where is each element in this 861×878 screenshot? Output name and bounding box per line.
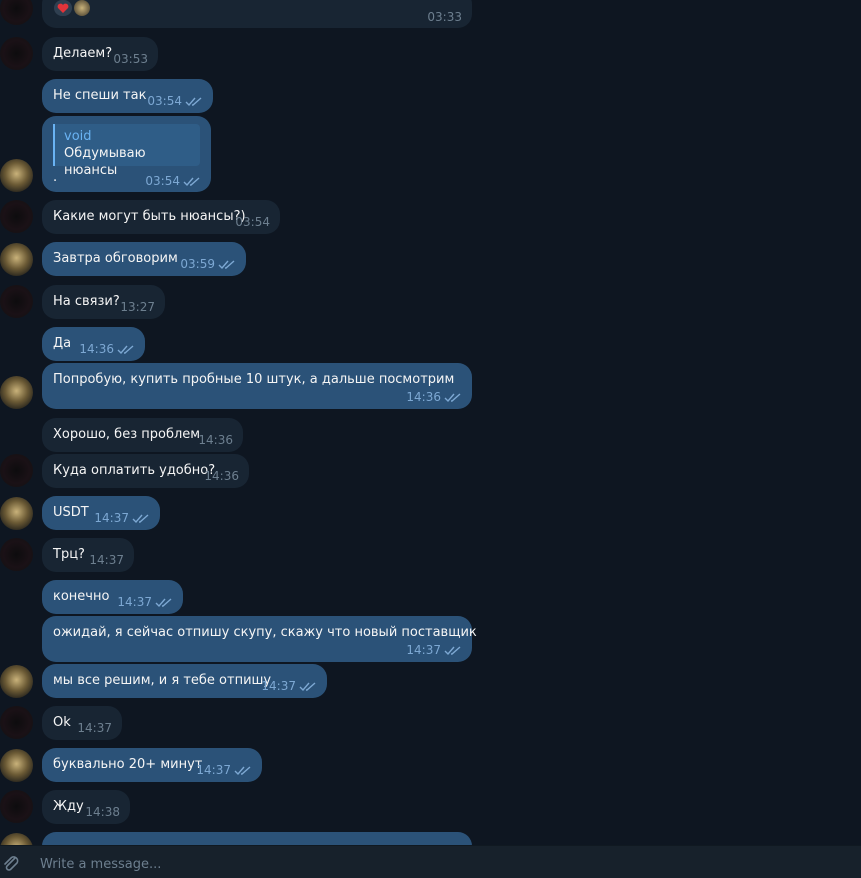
message-incoming[interactable]: Куда оплатить удобно? 14:36	[42, 454, 249, 488]
reply-author: void	[64, 129, 92, 144]
message-incoming[interactable]: Какие могут быть нюансы?) 03:54	[42, 200, 280, 234]
message-outgoing[interactable]: void Обдумываю нюансы . 03:54	[42, 116, 211, 192]
double-check-icon	[132, 513, 149, 523]
avatar[interactable]	[0, 0, 33, 25]
avatar[interactable]	[0, 243, 33, 276]
avatar[interactable]	[0, 285, 33, 318]
message-outgoing[interactable]	[42, 832, 472, 846]
chat-history[interactable]: 03:33 Делаем? 03:53 Не спеши так 03:54 v…	[0, 0, 861, 846]
message-text: Какие могут быть нюансы?)	[53, 209, 246, 224]
message-text: Хорошо, без проблем	[53, 427, 201, 442]
paperclip-icon[interactable]	[0, 852, 22, 874]
message-incoming[interactable]: 03:33	[42, 0, 472, 28]
message-text: Куда оплатить удобно?	[53, 463, 216, 478]
message-text: Завтра обговорим	[53, 251, 178, 266]
avatar[interactable]	[0, 497, 33, 530]
avatar[interactable]	[0, 376, 33, 409]
message-time: 14:38	[85, 805, 120, 819]
message-time: 14:37	[77, 721, 112, 735]
message-time: 14:37	[406, 643, 441, 657]
message-text: На связи?	[53, 294, 120, 309]
message-incoming[interactable]: Трц? 14:37	[42, 538, 134, 572]
message-time: 14:37	[89, 553, 124, 567]
double-check-icon	[185, 96, 202, 106]
message-text: USDT	[53, 505, 89, 520]
avatar[interactable]	[0, 790, 33, 823]
message-time: 03:54	[145, 174, 180, 188]
avatar[interactable]	[0, 749, 33, 782]
double-check-icon	[155, 597, 172, 607]
reactions[interactable]	[54, 0, 90, 16]
message-time: 14:36	[198, 433, 233, 447]
message-outgoing[interactable]: ожидай, я сейчас отпишу скупу, скажу что…	[42, 616, 477, 662]
message-text: мы все решим, и я тебе отпишу	[53, 673, 272, 688]
avatar[interactable]	[0, 159, 33, 192]
message-time: 03:53	[113, 52, 148, 66]
message-text: конечно	[53, 589, 110, 604]
double-check-icon	[299, 681, 316, 691]
double-check-icon	[218, 259, 235, 269]
message-time: 14:36	[204, 469, 239, 483]
message-text: Трц?	[53, 547, 85, 562]
message-text: Ok	[53, 715, 71, 730]
message-time: 03:59	[180, 257, 215, 271]
message-input[interactable]	[38, 853, 832, 875]
message-time: 03:54	[235, 215, 270, 229]
message-text: .	[53, 170, 58, 185]
double-check-icon	[444, 645, 461, 655]
message-outgoing[interactable]: буквально 20+ минут 14:37	[42, 748, 262, 782]
message-time: 14:37	[261, 679, 296, 693]
message-time: 14:36	[79, 342, 114, 356]
double-check-icon	[117, 344, 134, 354]
avatar[interactable]	[0, 37, 33, 70]
message-text: ожидай, я сейчас отпишу скупу, скажу что…	[53, 625, 477, 640]
message-outgoing[interactable]: мы все решим, и я тебе отпишу 14:37	[42, 664, 327, 698]
heart-icon[interactable]	[54, 0, 72, 16]
message-outgoing[interactable]: Попробую, купить пробные 10 штук, а даль…	[42, 363, 472, 409]
message-time: 13:27	[120, 300, 155, 314]
avatar[interactable]	[0, 665, 33, 698]
message-text: Не спеши так	[53, 88, 147, 103]
message-incoming[interactable]: Делаем? 03:53	[42, 37, 158, 71]
message-outgoing[interactable]: конечно 14:37	[42, 580, 183, 614]
avatar[interactable]	[0, 454, 33, 487]
reply-quote[interactable]: void Обдумываю нюансы	[53, 124, 200, 178]
message-time: 03:33	[427, 10, 462, 24]
message-time: 14:37	[196, 763, 231, 777]
message-incoming[interactable]: Хорошо, без проблем 14:36	[42, 418, 243, 452]
message-incoming[interactable]: Ok 14:37	[42, 706, 122, 740]
message-incoming[interactable]: Жду 14:38	[42, 790, 130, 824]
message-outgoing[interactable]: Да 14:36	[42, 327, 145, 361]
message-text: Да	[53, 336, 72, 351]
message-incoming[interactable]: На связи? 13:27	[42, 285, 165, 319]
avatar[interactable]	[0, 200, 33, 233]
message-outgoing[interactable]: USDT 14:37	[42, 496, 160, 530]
message-outgoing[interactable]: Не спеши так 03:54	[42, 79, 213, 113]
message-text: Попробую, купить пробные 10 штук, а даль…	[53, 372, 455, 387]
avatar[interactable]	[0, 706, 33, 739]
message-time: 14:36	[406, 390, 441, 404]
message-time: 14:37	[94, 511, 129, 525]
double-check-icon	[234, 765, 251, 775]
message-text: буквально 20+ минут	[53, 757, 203, 772]
reaction-avatar	[74, 0, 90, 16]
avatar[interactable]	[0, 538, 33, 571]
message-time: 03:54	[147, 94, 182, 108]
composer-bar	[0, 845, 861, 878]
message-text: Жду	[53, 799, 84, 814]
message-text: Делаем?	[53, 46, 113, 61]
message-time: 14:37	[117, 595, 152, 609]
double-check-icon	[444, 392, 461, 402]
double-check-icon	[183, 176, 200, 186]
message-outgoing[interactable]: Завтра обговорим 03:59	[42, 242, 246, 276]
